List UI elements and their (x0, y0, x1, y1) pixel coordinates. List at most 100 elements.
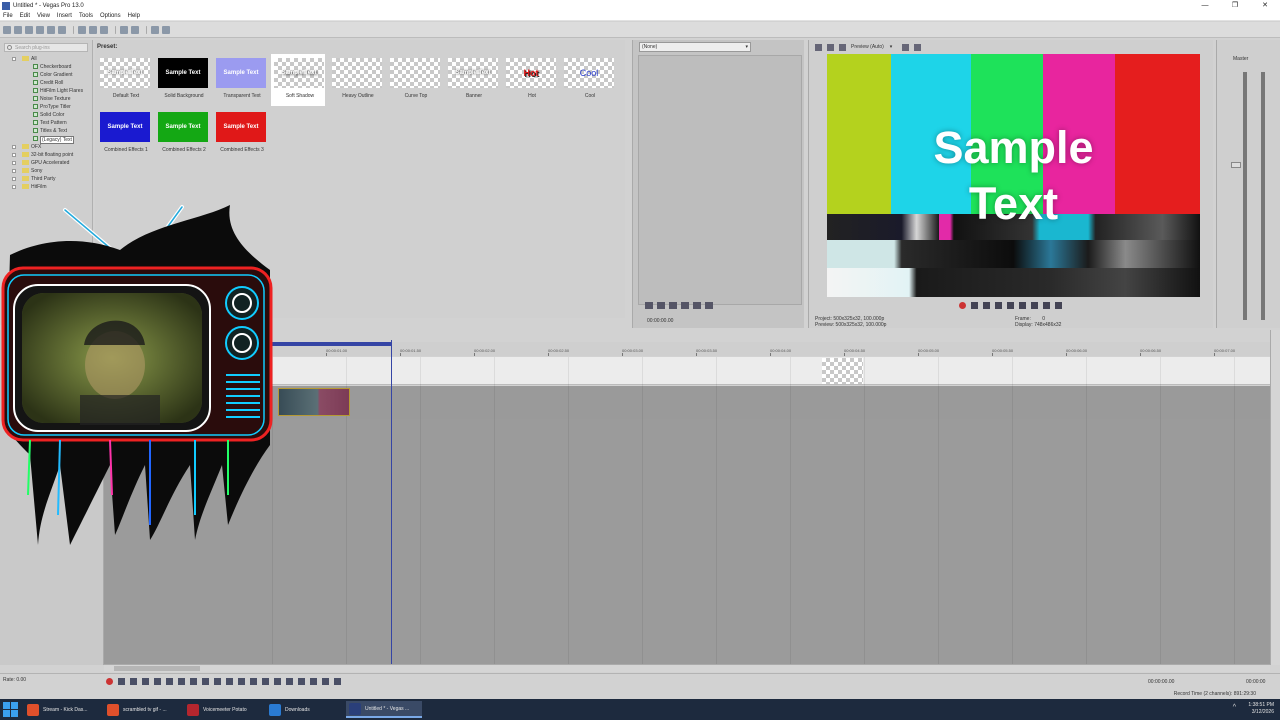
preset-item[interactable]: Sample Text Combined Effects 3 (213, 112, 267, 164)
marker-icon[interactable] (298, 678, 305, 685)
stop-icon[interactable] (681, 302, 689, 309)
snapping-icon[interactable] (322, 678, 329, 685)
menu-help[interactable]: Help (128, 13, 140, 19)
preset-item[interactable]: Sample Text Combined Effects 1 (97, 112, 151, 164)
taskbar-item[interactable]: Voicemeeter Potato (184, 701, 260, 718)
taskbar-item[interactable]: Untitled * - Vegas ... (346, 701, 422, 718)
properties-icon[interactable] (58, 25, 66, 34)
menu-view[interactable]: View (37, 13, 50, 19)
tree-item[interactable]: Solid Color (0, 111, 92, 119)
play-icon[interactable] (983, 302, 990, 309)
pause-icon[interactable] (154, 678, 161, 685)
record-icon[interactable] (106, 678, 113, 685)
envelope-tool-icon[interactable] (238, 678, 245, 685)
windows-start-button[interactable] (3, 702, 19, 717)
prev-frame-icon[interactable] (202, 678, 209, 685)
preset-item[interactable]: Cool Cool (561, 58, 615, 110)
preview-settings-icon[interactable] (815, 43, 822, 51)
auto-ripple-icon[interactable] (334, 678, 341, 685)
menu-options[interactable]: Options (100, 13, 121, 19)
menu-insert[interactable]: Insert (57, 13, 72, 19)
tree-item[interactable]: HitFilm Light Flares (0, 87, 92, 95)
next-frame-icon[interactable] (705, 302, 713, 309)
horizontal-scrollbar[interactable] (104, 664, 1270, 672)
preset-item[interactable]: Sample Text Banner (445, 58, 499, 110)
edit-tool-icon[interactable] (162, 25, 170, 34)
expand-icon[interactable] (12, 57, 16, 61)
tree-item[interactable]: All (0, 55, 92, 63)
copy-icon[interactable] (89, 25, 97, 34)
scrollbar-thumb[interactable] (114, 666, 200, 671)
save-as-icon[interactable] (36, 25, 44, 34)
tree-item[interactable]: Color Gradient (0, 71, 92, 79)
play-icon[interactable] (142, 678, 149, 685)
region-icon[interactable] (310, 678, 317, 685)
tree-item[interactable]: Noise Texture (0, 95, 92, 103)
preset-item[interactable]: Sample Text Soft Shadow (271, 54, 325, 106)
tree-item[interactable]: GPU Accelerated (0, 159, 92, 167)
expand-icon[interactable] (12, 177, 16, 181)
menu-file[interactable]: File (3, 13, 13, 19)
maximize-button[interactable]: ❐ (1220, 0, 1250, 11)
normal-edit-tool-icon[interactable] (226, 678, 233, 685)
expand-icon[interactable] (12, 185, 16, 189)
master-fader[interactable] (1231, 162, 1241, 168)
timeline-ruler[interactable]: 00:00:01.00 00:00:01.50 00:00:02.00 00:00:0… (272, 342, 1270, 356)
preset-item[interactable]: Curve Top (387, 58, 441, 110)
play-icon[interactable] (657, 302, 665, 309)
taskbar-item[interactable]: Stream - Kick Das... (24, 701, 100, 718)
media-dropdown[interactable]: (None) ▾ (639, 42, 751, 52)
pause-icon[interactable] (669, 302, 677, 309)
save-snapshot-icon[interactable] (914, 43, 922, 51)
expand-icon[interactable] (12, 169, 16, 173)
video-track-2[interactable] (272, 386, 1270, 419)
tree-item[interactable]: ProType Titler (0, 103, 92, 111)
split-icon[interactable] (286, 678, 293, 685)
tree-item[interactable]: Titles & Text (0, 127, 92, 135)
end-icon[interactable] (1055, 302, 1062, 309)
video-event-clip[interactable] (278, 388, 350, 416)
selection-tool-icon[interactable] (250, 678, 257, 685)
stop-icon[interactable] (166, 678, 173, 685)
preset-item[interactable]: Sample Text Default Text (97, 58, 151, 110)
play-from-start-icon[interactable] (995, 302, 1002, 309)
vertical-scrollbar[interactable] (1270, 330, 1280, 665)
text-event-thumbnail[interactable] (822, 358, 863, 384)
tree-item[interactable]: Checkerboard (0, 63, 92, 71)
tree-item[interactable]: Credit Roll (0, 79, 92, 87)
plugin-search-input[interactable]: Search plug-ins (4, 43, 88, 52)
new-icon[interactable] (3, 25, 11, 34)
copy-snapshot-icon[interactable] (902, 43, 910, 51)
video-track-1[interactable] (272, 357, 1270, 385)
cut-icon[interactable] (78, 25, 86, 34)
preset-item[interactable]: Sample Text Transparent Text (213, 58, 267, 110)
next-frame-icon[interactable] (214, 678, 221, 685)
menu-edit[interactable]: Edit (20, 13, 30, 19)
go-to-start-icon[interactable] (178, 678, 185, 685)
redo-icon[interactable] (131, 25, 139, 34)
tree-item[interactable]: (Legacy) Text (0, 135, 92, 144)
tree-item[interactable]: OFX (0, 143, 92, 151)
prev-frame-icon[interactable] (1031, 302, 1038, 309)
play-from-start-icon[interactable] (130, 678, 137, 685)
stop-icon[interactable] (1019, 302, 1026, 309)
snapping-icon[interactable] (151, 25, 159, 34)
expand-icon[interactable] (12, 153, 16, 157)
undo-icon[interactable] (120, 25, 128, 34)
open-icon[interactable] (14, 25, 22, 34)
tree-item[interactable]: Sony (0, 167, 92, 175)
tree-item[interactable]: 32-bit floating point (0, 151, 92, 159)
expand-icon[interactable] (12, 161, 16, 165)
trimmer-view[interactable] (638, 55, 802, 305)
next-frame-icon[interactable] (1043, 302, 1050, 309)
preset-item[interactable]: Heavy Outline (329, 58, 383, 110)
loop-region[interactable] (272, 342, 391, 346)
tree-item[interactable]: Third Party (0, 175, 92, 183)
taskbar-item[interactable]: Downloads (266, 701, 342, 718)
taskbar-item[interactable]: scrambled tv gif - ... (104, 701, 180, 718)
render-icon[interactable] (47, 25, 55, 34)
preview-quality-dropdown[interactable]: Preview (Auto) (851, 44, 884, 50)
tree-item[interactable]: Test Pattern (0, 119, 92, 127)
menu-tools[interactable]: Tools (79, 13, 93, 19)
minimize-button[interactable]: — (1190, 0, 1220, 11)
